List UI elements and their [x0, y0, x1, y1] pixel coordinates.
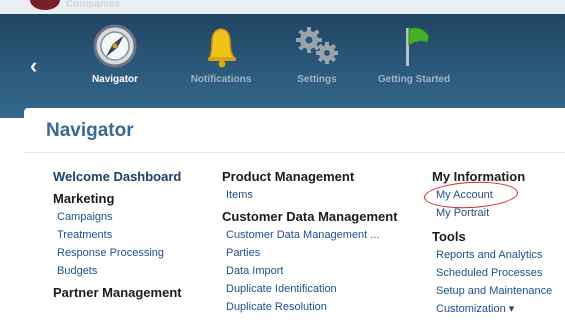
flag-icon: [406, 27, 430, 66]
duplicate-resolution-link[interactable]: Duplicate Resolution: [222, 298, 398, 316]
reports-analytics-link[interactable]: Reports and Analytics: [432, 246, 552, 264]
panel-divider: [24, 152, 565, 153]
budgets-link[interactable]: Budgets: [53, 262, 182, 280]
tools-heading: Tools: [432, 229, 466, 244]
top-navigation-bar: Companies ‹ Navigator Notifications Sett…: [0, 0, 565, 118]
navigator-panel: Navigator Welcome Dashboard Marketing Ca…: [24, 108, 565, 324]
nav-settings[interactable]: Settings: [282, 22, 352, 85]
brand-name: Companies: [66, 0, 120, 10]
nav-notifications-label: Notifications: [190, 74, 252, 85]
data-import-link[interactable]: Data Import: [222, 262, 398, 280]
setup-maintenance-link[interactable]: Setup and Maintenance: [432, 282, 552, 300]
treatments-link[interactable]: Treatments: [53, 226, 182, 244]
my-portrait-link[interactable]: My Portrait: [432, 204, 552, 222]
parties-link[interactable]: Parties: [222, 244, 398, 262]
customization-menu[interactable]: Customization ▾: [432, 300, 552, 318]
items-link[interactable]: Items: [222, 186, 398, 204]
customer-data-management-link[interactable]: Customer Data Management ...: [222, 226, 398, 244]
my-information-heading: My Information: [432, 169, 526, 184]
navigator-column-1: Welcome Dashboard Marketing Campaigns Tr…: [53, 168, 182, 302]
my-account-wrapper: My Account: [423, 179, 552, 211]
product-management-heading: Product Management: [222, 169, 355, 184]
campaigns-link[interactable]: Campaigns: [53, 208, 182, 226]
navigator-column-2: Product Management Items Customer Data M…: [222, 168, 398, 316]
page-title: Navigator: [46, 120, 134, 141]
compass-icon: [93, 24, 137, 68]
bell-icon: [208, 28, 236, 68]
nav-notifications[interactable]: Notifications: [182, 22, 260, 85]
welcome-dashboard-link[interactable]: Welcome Dashboard: [53, 168, 182, 186]
nav-getting-started-label: Getting Started: [377, 74, 451, 85]
back-arrow-icon[interactable]: ‹: [30, 55, 37, 77]
nav-getting-started[interactable]: Getting Started: [368, 22, 460, 85]
marketing-heading: Marketing: [53, 191, 115, 206]
scheduled-processes-link[interactable]: Scheduled Processes: [432, 264, 552, 282]
nav-navigator[interactable]: Navigator: [80, 22, 150, 85]
response-processing-link[interactable]: Response Processing: [53, 244, 182, 262]
duplicate-identification-link[interactable]: Duplicate Identification: [222, 280, 398, 298]
my-account-link[interactable]: My Account: [432, 186, 552, 204]
gears-icon: [296, 27, 338, 64]
customer-data-management-heading: Customer Data Management: [222, 209, 398, 224]
navigator-column-3: My Information My Account My Portrait To…: [423, 168, 552, 318]
nav-navigator-label: Navigator: [91, 74, 139, 85]
partner-management-heading: Partner Management: [53, 285, 182, 300]
nav-settings-label: Settings: [297, 74, 337, 85]
